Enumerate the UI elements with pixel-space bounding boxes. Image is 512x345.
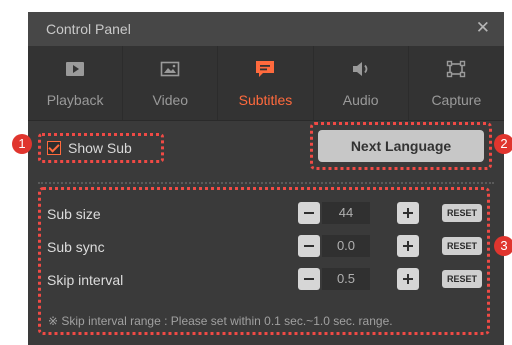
tab-capture[interactable]: Capture [409,46,504,120]
setting-label: Skip interval [47,272,124,288]
tab-bar: Playback Video Subtitles Audio Capture [28,46,504,121]
tab-label: Audio [342,92,379,108]
setting-value: 0.5 [322,268,370,290]
window-title: Control Panel [46,21,131,37]
playback-icon [66,62,85,76]
decrease-button[interactable] [298,268,320,290]
setting-row-sub-sync: Sub sync 0.0 RESET [41,235,493,261]
subtitles-icon [256,61,275,77]
tab-audio[interactable]: Audio [314,46,409,120]
tab-subtitles[interactable]: Subtitles [218,46,314,120]
callout-badge-2: 2 [494,134,512,154]
reset-button[interactable]: RESET [442,237,482,255]
audio-icon [352,62,368,76]
increase-button[interactable] [397,268,419,290]
reset-button[interactable]: RESET [442,270,482,288]
next-language-button[interactable]: Next Language [318,130,484,162]
skip-interval-note: ※ Skip interval range : Please set withi… [48,314,393,328]
tab-label: Video [152,92,189,108]
setting-row-sub-size: Sub size 44 RESET [41,202,493,228]
reset-button[interactable]: RESET [442,204,482,222]
setting-value: 44 [322,202,370,224]
increase-button[interactable] [397,235,419,257]
callout-badge-3: 3 [494,236,512,256]
tab-label: Subtitles [238,92,293,108]
tab-label: Playback [46,92,104,108]
show-sub-label: Show Sub [68,140,132,156]
control-panel: Control Panel ✕ Playback Video Subtitles… [28,12,504,345]
video-icon [160,61,180,77]
tab-label: Capture [431,92,482,108]
title-bar: Control Panel ✕ [28,12,504,46]
divider [38,182,494,184]
subtitle-toggle-row: Show Sub Next Language [28,120,504,182]
setting-label: Sub size [47,206,101,222]
close-icon[interactable]: ✕ [476,18,490,38]
decrease-button[interactable] [298,235,320,257]
tab-playback[interactable]: Playback [28,46,124,120]
next-language-highlight: Next Language [310,122,492,170]
capture-icon [447,60,466,78]
show-sub-highlight[interactable]: Show Sub [38,133,164,163]
tab-video[interactable]: Video [123,46,219,120]
subtitle-settings-highlight: Sub size 44 RESET Sub sync 0.0 RESET Ski… [38,187,490,335]
setting-label: Sub sync [47,239,105,255]
show-sub-checkbox[interactable] [47,141,61,155]
setting-row-skip-interval: Skip interval 0.5 RESET [41,268,493,294]
increase-button[interactable] [397,202,419,224]
decrease-button[interactable] [298,202,320,224]
setting-value: 0.0 [322,235,370,257]
callout-badge-1: 1 [12,134,32,154]
